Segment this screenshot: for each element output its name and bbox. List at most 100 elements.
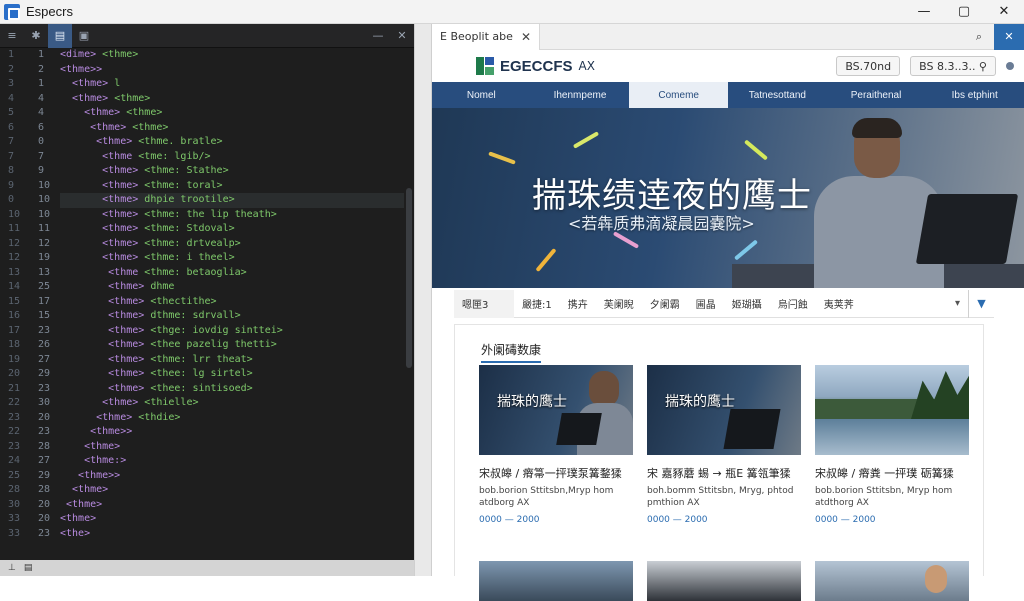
pane-divider[interactable] (414, 24, 432, 576)
line-number-outer: 23 (8, 440, 21, 452)
code-line[interactable]: <thme> <thme: i theel> (60, 251, 404, 266)
code-line[interactable]: <dime> <thme> (60, 48, 404, 63)
site-logo[interactable]: EGECCFS AX (476, 57, 595, 75)
editor-minimize-button[interactable]: — (366, 24, 390, 48)
code-line[interactable]: <thme> <thge: iovdig sinttei> (60, 324, 404, 339)
editor-close-button[interactable]: ✕ (390, 24, 414, 48)
code-line[interactable]: <thme> <thme: toral> (60, 179, 404, 194)
code-line[interactable]: <thme> <thme: Stdoval> (60, 222, 404, 237)
code-line[interactable]: <thme> (60, 512, 404, 527)
header-button-1[interactable]: BS.70nd (836, 56, 901, 76)
card-image[interactable] (815, 561, 969, 601)
card-image[interactable] (815, 365, 969, 455)
code-line[interactable]: <thme>> (60, 425, 404, 440)
code-line[interactable]: <the> (60, 527, 404, 542)
code-line[interactable]: <thme> <thdie> (60, 411, 404, 426)
code-line[interactable]: <thme> <thme> (60, 92, 404, 107)
code-line[interactable]: <thme> (60, 498, 404, 513)
nav-item[interactable]: Nomel (432, 82, 531, 108)
filter-dropdown-icon[interactable]: ▼ (968, 289, 994, 318)
code-line[interactable]: <thme> <thme. bratle> (60, 135, 404, 150)
code-line[interactable]: <thme>> (60, 63, 404, 78)
code-line[interactable]: <thme <tme: lgib/> (60, 150, 404, 165)
code-line[interactable]: <thme> l (60, 77, 404, 92)
line-number-outer: 12 (8, 237, 21, 249)
code-tag: <thme> (60, 513, 97, 524)
filter-item[interactable]: 夕阑霸 (642, 290, 688, 318)
line-number-outer: 13 (8, 266, 21, 278)
status-right-icon[interactable]: ▤ (24, 563, 33, 573)
card-title[interactable]: 宋叔皞 / 瘠箒一抨璞泵篝鍪猱 (479, 465, 633, 481)
panel-icon[interactable]: ▣ (72, 24, 96, 48)
nav-item[interactable]: Peraithenal (827, 82, 926, 108)
code-line[interactable]: <thme> <thme: lrr theat> (60, 353, 404, 368)
scrollbar-thumb[interactable] (406, 188, 412, 368)
code-text: dthme: sdrvall> (150, 310, 241, 321)
card-title[interactable]: 宋叔皞 / 瘠粪 一抨璞 砺篝猱 (815, 465, 969, 481)
card-image[interactable] (647, 561, 801, 601)
filter-item[interactable]: 姬瑚攝 (724, 290, 770, 318)
article-card[interactable]: 宋叔皞 / 瘠粪 一抨璞 砺篝猱 bob.borion Sttitsbn, Mr… (815, 365, 969, 525)
code-line[interactable]: <thme> <thee: sintisoed> (60, 382, 404, 397)
code-area[interactable]: <dime> <thme> <thme>> <thme> l <thme> <th… (60, 48, 404, 560)
card-image[interactable]: 揣珠的鹰士 (647, 365, 801, 455)
tab-close-icon[interactable]: ✕ (521, 30, 531, 44)
browser-search-icon[interactable]: ⌕ (964, 24, 994, 50)
hero-subtitle: <若犇质弗滴凝晨园嚢院> (568, 214, 755, 233)
browser-close-button[interactable]: ✕ (994, 23, 1024, 50)
user-dot-icon[interactable] (1006, 62, 1014, 70)
line-number-inner: 27 (38, 455, 51, 466)
code-line[interactable]: <thme> <thme: Stathe> (60, 164, 404, 179)
code-line[interactable]: <thme> <thee pazelig thetti> (60, 338, 404, 353)
filter-item[interactable]: 嗯匣3 (454, 289, 514, 318)
code-text: <thme> (114, 92, 151, 104)
browser-tab[interactable]: E Beoplit abe ✕ (432, 23, 540, 50)
filter-item[interactable]: 芙阑睨 (596, 290, 642, 318)
code-line[interactable]: <thme> <thielle> (60, 396, 404, 411)
code-line[interactable]: <thme> <thme> (60, 121, 404, 136)
star-icon[interactable]: ✱ (24, 24, 48, 48)
filter-item[interactable]: 携卉 (560, 290, 596, 318)
filter-item[interactable]: 烏闩蝕 (770, 290, 816, 318)
code-line[interactable]: <thme> dhpie trootile> (60, 193, 404, 208)
code-line[interactable]: <thme> (60, 440, 404, 455)
header-search-button[interactable]: BS 8.3..3.. ⚲ (910, 56, 996, 76)
code-line[interactable]: <thme> (60, 483, 404, 498)
article-card[interactable]: 揣珠的鹰士 宋 嘉豩蘑 蜴 → 瓶E 篝瓴筆猱 boh.bomm Sttitsb… (647, 365, 801, 525)
filter-caret-icon[interactable]: ▾ (947, 298, 968, 309)
minimize-button[interactable]: — (904, 0, 944, 24)
line-number-inner: 23 (38, 527, 51, 539)
nav-item[interactable]: Comeme (629, 82, 729, 108)
code-line[interactable]: <thme>> (60, 469, 404, 484)
code-line[interactable]: <thme <thme: betaoglia> (60, 266, 404, 281)
card-title[interactable]: 宋 嘉豩蘑 蜴 → 瓶E 篝瓴筆猱 (647, 465, 801, 481)
close-button[interactable]: ✕ (984, 0, 1024, 24)
layout-icon[interactable]: ▤ (48, 23, 72, 48)
code-line[interactable]: <thme> <thectithe> (60, 295, 404, 310)
code-line[interactable]: <thme> dhme (60, 280, 404, 295)
code-line[interactable]: <thme:> (60, 454, 404, 469)
code-line[interactable]: <thme> <thme: drtvealp> (60, 237, 404, 252)
code-line[interactable]: <thme> <thme> (60, 106, 404, 121)
filter-item[interactable]: 嚴捷:1 (514, 290, 560, 318)
content-section: 外阑碡数康 揣珠的鹰士 宋叔皞 / 瘠箒一抨璞泵篝鍪猱 bob.borion S… (454, 324, 984, 601)
filter-item[interactable]: 夷荚荠 (816, 290, 862, 318)
status-left-icon[interactable]: ⊥ (8, 563, 16, 573)
code-line[interactable]: <thme> <thee: lg sirtel> (60, 367, 404, 382)
line-number-inner: 10 (38, 208, 51, 220)
line-number: 9 10 (0, 179, 60, 194)
filter-item[interactable]: 圃晶 (688, 290, 724, 318)
editor-scrollbar[interactable] (404, 48, 414, 560)
card-image[interactable]: 揣珠的鹰士 (479, 365, 633, 455)
menu-icon[interactable]: ≡ (0, 24, 24, 48)
code-line[interactable]: <thme> dthme: sdrvall> (60, 309, 404, 324)
article-card[interactable]: 揣珠的鹰士 宋叔皞 / 瘠箒一抨璞泵篝鍪猱 bob.borion Sttitsb… (479, 365, 633, 525)
code-line[interactable]: <thme> <thme: the lip theath> (60, 208, 404, 223)
maximize-button[interactable]: ▢ (944, 0, 984, 24)
nav-item[interactable]: Tatnesottand (728, 82, 827, 108)
card-image-title: 揣珠的鹰士 (497, 394, 567, 410)
card-image[interactable] (479, 561, 633, 601)
nav-item[interactable]: Ihenmpeme (531, 82, 630, 108)
nav-item[interactable]: Ibs etphint (925, 82, 1024, 108)
line-number-outer: 15 (8, 295, 21, 307)
